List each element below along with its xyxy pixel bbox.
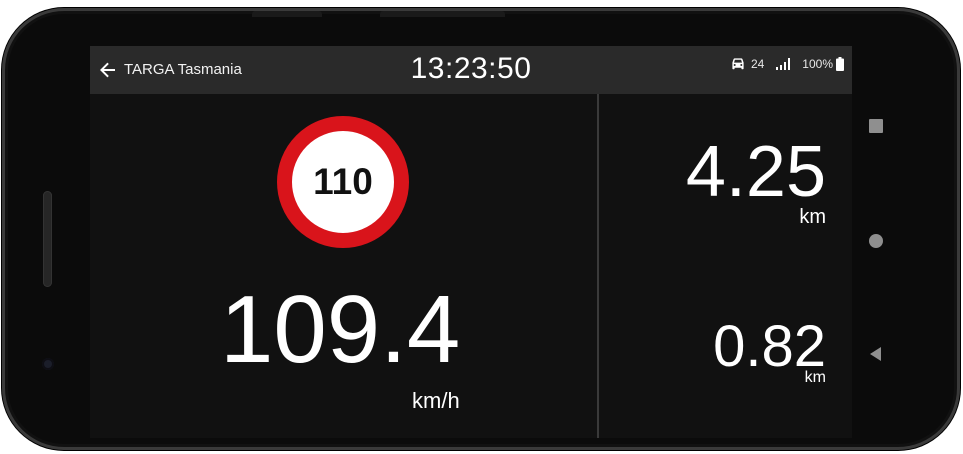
distance-secondary: 0.82 xyxy=(713,314,826,379)
recents-square-icon[interactable] xyxy=(864,114,888,138)
distance-primary: 4.25 xyxy=(685,132,826,212)
back-triangle-icon[interactable] xyxy=(864,342,888,366)
speed-unit: km/h xyxy=(412,388,460,413)
current-speed: 109.4 xyxy=(220,276,461,383)
app-screen: TARGA Tasmania 13:23:50 24 100% 110 109.… xyxy=(90,46,852,438)
battery-percent: 100% xyxy=(802,57,833,71)
front-camera xyxy=(42,358,54,370)
signal-icon xyxy=(776,58,791,70)
speed-limit-value: 110 xyxy=(313,161,373,202)
distance-primary-unit: km xyxy=(799,206,826,228)
top-bar: TARGA Tasmania 13:23:50 24 100% xyxy=(90,46,852,94)
speaker-grille xyxy=(43,191,52,287)
panel-divider xyxy=(597,94,599,438)
speed-limit-sign: 110 xyxy=(277,116,409,248)
home-circle-icon[interactable] xyxy=(864,229,888,253)
power-button[interactable] xyxy=(380,11,505,17)
phone-frame: TARGA Tasmania 13:23:50 24 100% 110 109.… xyxy=(2,8,960,450)
status-bar: 24 100% xyxy=(731,56,844,72)
satellite-count: 24 xyxy=(750,57,765,71)
volume-button[interactable] xyxy=(252,11,322,17)
battery-icon xyxy=(836,57,844,71)
distance-secondary-unit: km xyxy=(804,369,826,386)
car-icon xyxy=(731,58,745,70)
